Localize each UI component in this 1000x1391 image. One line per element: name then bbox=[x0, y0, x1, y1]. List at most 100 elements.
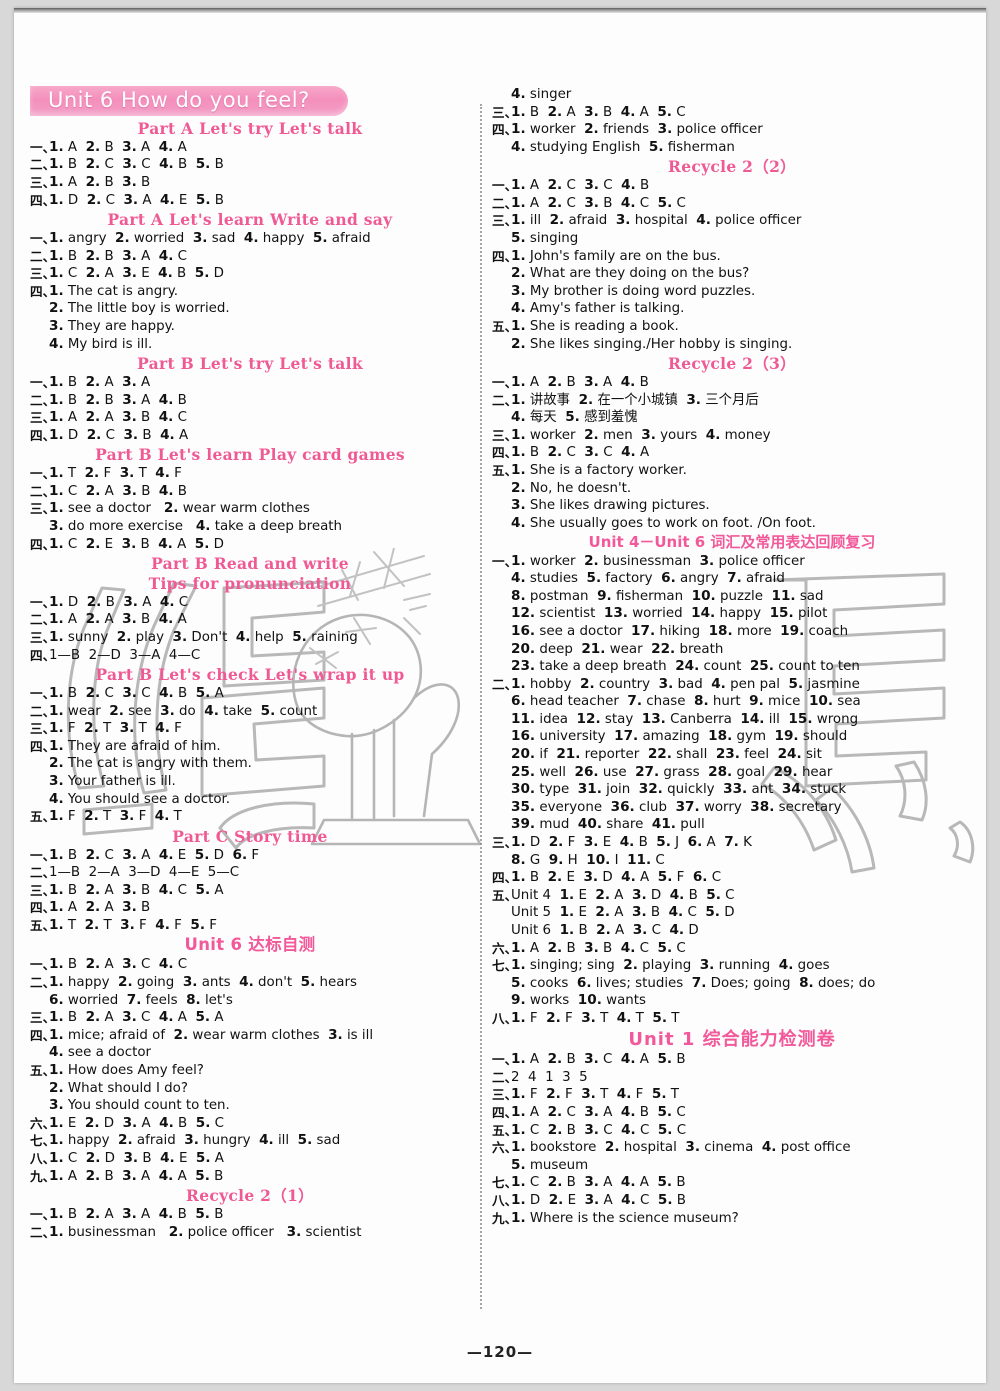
answer-text: 1. B 2. C 3. C 4. A bbox=[511, 444, 650, 461]
answer-text: 1. C 2. D 3. B 4. E 5. A bbox=[49, 1149, 224, 1166]
answer-text: 1. A 2. C 3. A 4. B 5. C bbox=[511, 1104, 686, 1121]
answer-row: 一、4. 每天 5. 感到羞愧 bbox=[492, 409, 972, 427]
answer-row: 六、 1. bookstore 2. hospital 3. cinema 4. … bbox=[492, 1139, 972, 1157]
answer-row: 一、9. works 10. wants bbox=[492, 992, 972, 1010]
answer-row: 一、3. They are happy. bbox=[30, 318, 470, 336]
answer-text: 16. see a doctor 17. hiking 18. more 19.… bbox=[511, 622, 849, 639]
answer-text: 1. worker 2. businessman 3. police offic… bbox=[511, 552, 805, 569]
answer-row: 三、 1. sunny 2. play 3. Don't 4. help 5. r… bbox=[30, 629, 470, 647]
answer-row: 三、 1. see a doctor 2. wear warm clothes bbox=[30, 500, 470, 518]
answer-text: 2. The little boy is worried. bbox=[49, 300, 230, 317]
answer-text: 2. What should I do? bbox=[49, 1079, 188, 1096]
answer-marker: 五、 bbox=[492, 887, 518, 903]
answer-row: 二、 1. B 2. C 3. C 4. B 5. B bbox=[30, 156, 470, 174]
answer-marker: 四、 bbox=[30, 738, 56, 754]
answer-marker: 九、 bbox=[30, 1168, 56, 1184]
answer-row: 四、 1. D 2. C 3. B 4. A bbox=[30, 427, 470, 445]
unit-banner-title: Unit 6 How do you feel? bbox=[48, 88, 310, 112]
answer-text: 4. My bird is ill. bbox=[49, 335, 153, 352]
answer-marker: 五、 bbox=[30, 809, 56, 825]
answer-marker: 二、 bbox=[30, 483, 56, 499]
answer-text: Unit 6 1. B 2. A 3. C 4. D bbox=[511, 922, 699, 938]
answer-row: 一、23. take a deep breath 24. count 25. c… bbox=[492, 658, 972, 676]
answer-text: 3. She likes drawing pictures. bbox=[511, 497, 710, 514]
answer-row: 一、25. well 26. use 27. grass 28. goal 29… bbox=[492, 764, 972, 782]
answer-row: 一、2. What should I do? bbox=[30, 1080, 470, 1098]
left-column: Unit 6 How do you feel? Part A Let's try … bbox=[30, 86, 470, 1241]
answer-marker: 一、 bbox=[30, 1206, 56, 1222]
answer-text: 1. happy 2. going 3. ants 4. don't 5. he… bbox=[49, 974, 357, 991]
answer-text: 4. singer bbox=[511, 86, 572, 102]
answer-marker: 四、 bbox=[30, 536, 56, 552]
answer-text: 1. D 2. F 3. E 4. B 5. J 6. A 7. K bbox=[511, 834, 752, 851]
answer-text: 1. see a doctor 2. wear warm clothes bbox=[49, 500, 310, 517]
answer-text: 20. deep 21. wear 22. breath bbox=[511, 640, 724, 657]
answer-marker: 八、 bbox=[492, 1193, 518, 1208]
unit-banner: Unit 6 How do you feel? bbox=[30, 86, 470, 116]
answer-text: 1. worker 2. friends 3. police officer bbox=[511, 121, 763, 138]
answer-row: 五、 1. How does Amy feel? bbox=[30, 1062, 470, 1080]
answer-text: 1. C 2. E 3. B 4. A 5. D bbox=[49, 535, 224, 552]
answer-row: 一、 1. angry 2. worried 3. sad 4. happy 5.… bbox=[30, 230, 470, 248]
answer-row: 三、 1. worker 2. men 3. yours 4. money bbox=[492, 427, 972, 445]
answer-row: 三、 1. ill 2. afraid 3. hospital 4. police… bbox=[492, 212, 972, 230]
answer-row: 四、 1. The cat is angry. bbox=[30, 283, 470, 301]
answer-marker: 二、 bbox=[30, 157, 56, 173]
answer-row: 一、 1. B 2. A 3. C 4. C bbox=[30, 956, 470, 974]
answer-row: 三、 1. B 2. A 3. B 4. A 5. C bbox=[492, 104, 972, 122]
answer-text: 1. B 2. A 3. A bbox=[49, 373, 151, 390]
answer-row: 一、30. type 31. join 32. quickly 33. ant … bbox=[492, 781, 972, 799]
answer-marker: 四、 bbox=[30, 647, 56, 663]
answer-row: 一、5. cooks 6. lives; studies 7. Does; go… bbox=[492, 975, 972, 993]
answer-row: 一、12. scientist 13. worried 14. happy 15… bbox=[492, 605, 972, 623]
answer-row: 一、3. do more exercise 4. take a deep bre… bbox=[30, 518, 470, 536]
answer-text: Unit 5 1. E 2. A 3. B 4. C 5. D bbox=[511, 904, 735, 921]
answer-text: 1. John's family are on the bus. bbox=[511, 247, 721, 264]
answer-row: 六、 1. A 2. B 3. B 4. C 5. C bbox=[492, 940, 972, 958]
answer-text: 1. B 2. E 3. D 4. A 5. F 6. C bbox=[511, 869, 722, 886]
answer-row: 三、 1. B 2. A 3. B 4. C 5. A bbox=[30, 882, 470, 900]
answer-text: 23. take a deep breath 24. count 25. cou… bbox=[511, 658, 860, 675]
section-heading: Part C Story time bbox=[172, 826, 328, 846]
answer-row: 一、2. The little boy is worried. bbox=[30, 300, 470, 318]
answer-marker: 一、 bbox=[492, 178, 518, 194]
answer-row: 四、 1. mice; afraid of 2. wear warm clothe… bbox=[30, 1027, 470, 1045]
answer-marker: 六、 bbox=[492, 940, 518, 956]
answer-text: 1. B 2. C 3. A 4. E 5. D 6. F bbox=[49, 846, 260, 863]
answer-marker: 三、 bbox=[492, 835, 518, 851]
answer-marker: 八、 bbox=[30, 1150, 56, 1166]
answer-marker: 四、 bbox=[30, 900, 56, 916]
answer-row: 四、 1. D 2. C 3. A 4. E 5. B bbox=[30, 192, 470, 210]
section-heading: Unit 6 达标自测 bbox=[184, 935, 316, 955]
answer-marker: 一、 bbox=[30, 139, 56, 155]
answer-text: 3. Your father is ill. bbox=[49, 772, 176, 789]
answer-row: 一、5. museum bbox=[492, 1157, 972, 1175]
section-heading: Part B Read and write bbox=[151, 554, 349, 574]
answer-marker: 一、 bbox=[30, 466, 56, 482]
answer-text: 1. businessman 2. police officer 3. scie… bbox=[49, 1223, 362, 1240]
answer-row: 一、4. see a doctor bbox=[30, 1044, 470, 1062]
answer-text: 4. 每天 5. 感到羞愧 bbox=[511, 409, 638, 426]
answer-marker: 三、 bbox=[30, 410, 56, 426]
answer-row: 一、4. She usually goes to work on foot. /… bbox=[492, 515, 972, 533]
answer-text: 1. 讲故事 2. 在一个小城镇 3. 三个月后 bbox=[511, 391, 759, 408]
answer-marker: 一、 bbox=[30, 594, 56, 610]
answer-text: 1. hobby 2. country 3. bad 4. pen pal 5.… bbox=[511, 675, 860, 692]
answer-marker: 一、 bbox=[30, 847, 56, 863]
answer-text: 4. see a doctor bbox=[49, 1044, 152, 1061]
answer-row: 三、 1. D 2. F 3. E 4. B 5. J 6. A 7. K bbox=[492, 834, 972, 852]
answer-row: 四、 1. B 2. C 3. C 4. A bbox=[492, 444, 972, 462]
answer-text: 1. A 2. B 3. A 4. B bbox=[511, 373, 649, 390]
answer-text: 4. Amy's father is talking. bbox=[511, 300, 685, 317]
answer-marker: 三、 bbox=[30, 882, 56, 898]
answer-text: 8. G 9. H 10. I 11. C bbox=[511, 851, 665, 868]
answer-text: 25. well 26. use 27. grass 28. goal 29. … bbox=[511, 763, 833, 780]
answer-row: 二、 1. B 2. B 3. A 4. B bbox=[30, 392, 470, 410]
answer-marker: 四、 bbox=[30, 192, 56, 208]
answer-row: 三、 1. F 2. T 3. T 4. F bbox=[30, 720, 470, 738]
section-heading: Part B Let's learn Play card games bbox=[95, 445, 405, 465]
answer-row: 三、 1. B 2. A 3. C 4. A 5. A bbox=[30, 1009, 470, 1027]
answer-text: 1. T 2. F 3. T 4. F bbox=[49, 465, 182, 482]
answer-row: 七、 1. singing; sing 2. playing 3. running… bbox=[492, 957, 972, 975]
page-top-edge bbox=[14, 8, 986, 13]
